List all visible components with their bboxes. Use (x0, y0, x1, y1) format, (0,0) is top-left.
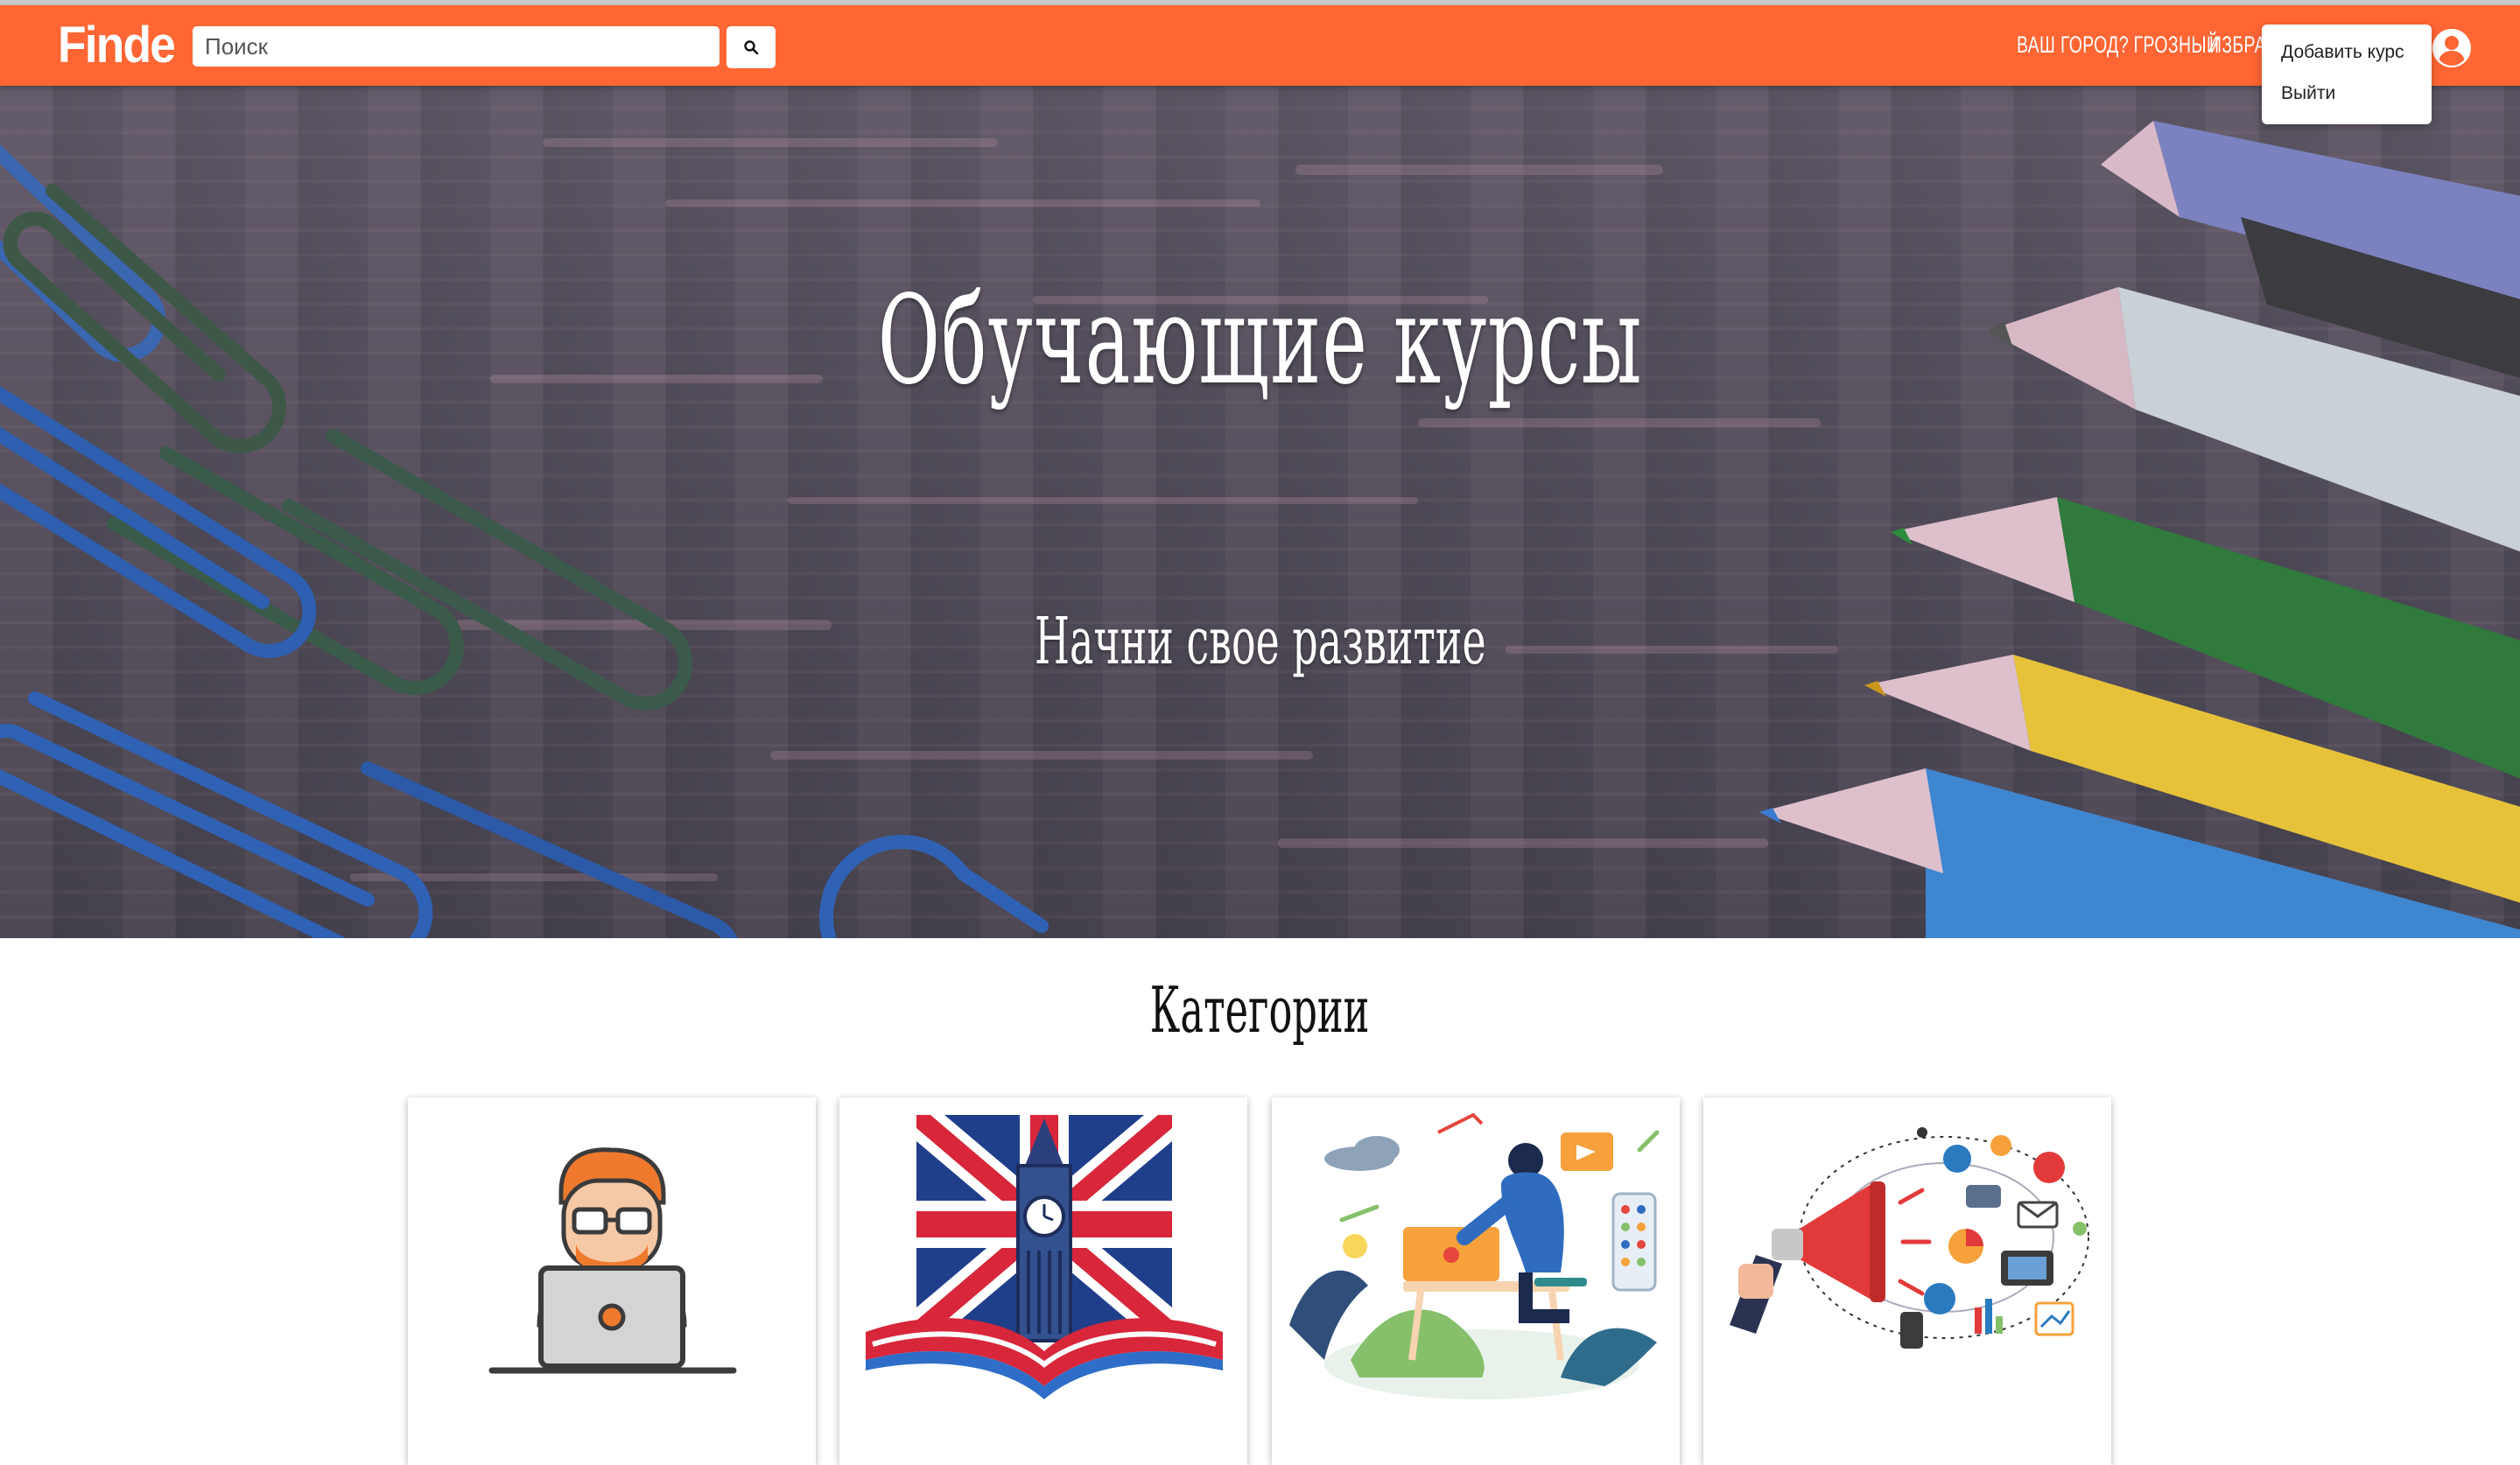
search-button[interactable] (727, 26, 776, 68)
search-icon (744, 40, 759, 55)
hero-background-image (0, 121, 2520, 938)
hero-title-text: Обучающие курсы (877, 270, 1643, 412)
programmer-laptop-icon (488, 1147, 737, 1374)
hero-subtitle: Начни свое развитие (0, 609, 2520, 674)
favorites-link[interactable]: Избранное (2209, 32, 2264, 59)
british-flag-big-ben-icon (866, 1115, 1223, 1399)
add-course-menu-item[interactable]: Добавить курс (2281, 42, 2404, 63)
marketing-megaphone-icon (1730, 1127, 2089, 1349)
hero-subtitle-text: Начни свое развитие (1034, 604, 1486, 679)
city-link[interactable]: Ваш город? Грозный (2017, 32, 2219, 59)
user-circle-icon[interactable] (2430, 26, 2474, 70)
navbar: Finde Ваш город? Грозный Избранное (0, 5, 2520, 86)
hero-banner: Обучающие курсы Начни свое развитие (0, 86, 2520, 938)
category-card-design[interactable] (1272, 1097, 1680, 1465)
logo[interactable]: Finde (58, 16, 176, 74)
categories-title: Категории (0, 978, 2520, 1041)
user-dropdown-menu: Добавить курс Выйти (2262, 25, 2432, 124)
favorites-link-label: Избранное (2209, 32, 2264, 58)
search-input[interactable] (193, 26, 719, 67)
logout-menu-item[interactable]: Выйти (2281, 83, 2335, 104)
category-card-programming[interactable] (408, 1097, 816, 1465)
designer-workspace-icon (1289, 1112, 1660, 1399)
categories-title-text: Категории (1150, 973, 1370, 1047)
category-card-marketing[interactable] (1703, 1097, 2111, 1465)
hero-title: Обучающие курсы (0, 280, 2520, 403)
category-card-english[interactable] (839, 1097, 1247, 1465)
